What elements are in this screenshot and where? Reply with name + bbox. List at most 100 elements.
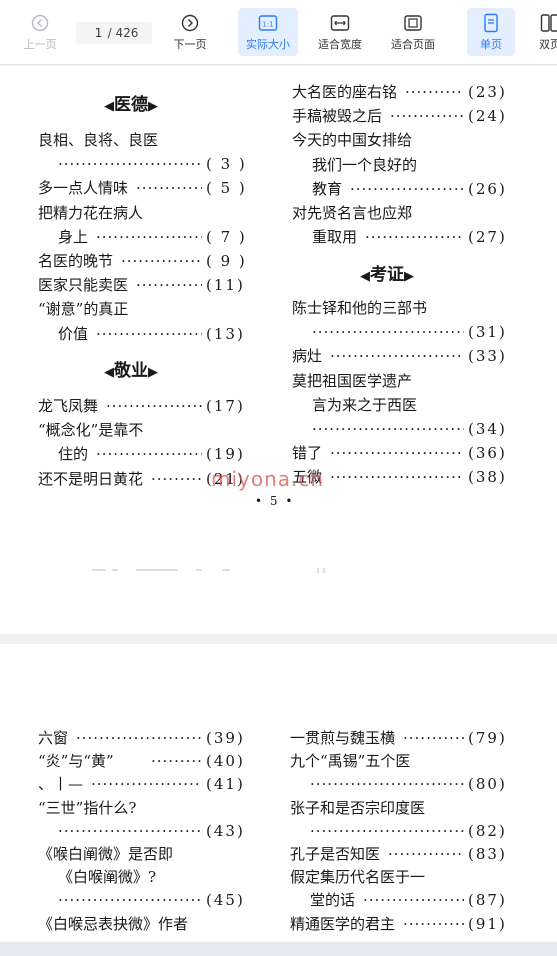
toc-entry-title: 价值 <box>58 324 89 343</box>
toc-right-column: 大名医的座右铭 ·································… <box>292 66 522 506</box>
dot-leader: ········································ <box>312 323 464 342</box>
watermark: miyona.cn <box>211 467 325 491</box>
toc-entry: 《喉白阐微》是否即 <box>38 842 260 866</box>
toc-entry-title: 手稿被毁之后 <box>292 107 383 126</box>
next-page-button[interactable]: 下一页 <box>164 8 216 56</box>
toc-entry-title: 重取用 <box>312 228 358 247</box>
toc-entry-page: (23) <box>468 83 507 101</box>
toc-entry-page: (83) <box>468 845 507 863</box>
toc-entry-title: 假定集历代名医于一 <box>290 868 426 887</box>
dot-leader: ········································ <box>365 228 464 247</box>
toc-entry-page: (26) <box>468 179 507 198</box>
toc-entry: “概念化”是靠不 <box>38 418 260 442</box>
toc-entry-page: (33) <box>468 347 507 366</box>
toc-entry: 重取用 ·····································… <box>292 225 522 249</box>
toc-entry-title: 陈士铎和他的三部书 <box>292 299 428 317</box>
dot-leader: ········································ <box>121 252 202 270</box>
actual-size-label: 实际大小 <box>246 38 290 51</box>
fit-page-button[interactable]: 适合页面 <box>383 8 443 56</box>
toc-entry: 莫把祖国医学遗产 <box>292 369 522 393</box>
fit-width-button[interactable]: 适合宽度 <box>310 8 370 56</box>
prev-page-button[interactable]: 上一页 <box>16 8 64 56</box>
toc-entry: 孔子是否知医 ··································… <box>290 842 522 866</box>
toc-entry-page: (87) <box>468 891 507 910</box>
toc-entry-page: (24) <box>468 107 507 126</box>
toc-entry-page: ( 9 ) <box>206 252 247 270</box>
page-number-input[interactable] <box>89 26 108 40</box>
toc-entry-page: ( 3 ) <box>206 155 247 174</box>
toc-entry-title: 言为来之于西医 <box>312 395 418 414</box>
toc-entry-title: 堂的话 <box>310 891 356 910</box>
toc-entry: 对先贤名言也应郑 <box>292 201 522 225</box>
toc-entry: 堂的话 ·····································… <box>290 888 522 912</box>
toc-entry-page: (79) <box>468 729 507 747</box>
fit-page-icon <box>403 12 423 34</box>
toc-entry: 六窗 ······································… <box>38 726 260 750</box>
toc-entry: ········································… <box>38 819 260 843</box>
double-page-button[interactable]: 双页 <box>530 8 557 56</box>
toc-left-column: ◀医德▶ 良相、良将、良医 ···························… <box>38 66 260 506</box>
fit-width-label: 适合宽度 <box>318 38 362 51</box>
toc-entry-page: (36) <box>468 444 507 463</box>
toc-entry: 把精力花在病人 <box>38 201 260 225</box>
single-page-icon <box>483 12 499 34</box>
dot-leader: ········································ <box>106 397 202 415</box>
toc-entry-page: (19) <box>206 445 245 464</box>
toc-entry: 身上 ······································… <box>38 225 260 249</box>
toc-entry-title: 住的 <box>58 445 89 464</box>
next-page-label: 下一页 <box>173 38 207 51</box>
toc-entry-title: “炎”与“黄” <box>38 752 114 771</box>
triangle-right-icon: ▶ <box>148 365 158 380</box>
toc-entry: “谢意”的真正 <box>38 297 260 321</box>
toc-entry: “炎”与“黄” ·································… <box>38 749 260 773</box>
dot-leader: ········································ <box>405 83 464 101</box>
toc-entry: ········································… <box>38 888 260 912</box>
actual-size-button[interactable]: 1:1 实际大小 <box>238 8 298 56</box>
toc-entry: 教育 ······································… <box>292 177 522 201</box>
chevron-right-circle-icon <box>181 12 199 34</box>
page-total: / 426 <box>107 26 139 40</box>
toc-entry-title: 孔子是否知医 <box>290 845 381 863</box>
toc-entry-page: (31) <box>468 323 507 342</box>
section-heading: ◀医德▶ <box>104 95 158 115</box>
toc-entry: ········································… <box>292 320 522 344</box>
actual-size-icon: 1:1 <box>258 12 278 34</box>
toc-entry-title: 莫把祖国医学遗产 <box>292 371 413 390</box>
toc-entry-title: 九个“禹锡”五个医 <box>290 752 411 771</box>
document-page: ◀医德▶ 良相、良将、良医 ···························… <box>0 66 557 634</box>
section-heading: ◀敬业▶ <box>104 361 158 381</box>
dot-leader: ········································ <box>58 155 202 174</box>
toc-entry: 病灶 ······································… <box>292 344 522 368</box>
toc-entry-title: 龙飞凤舞 <box>38 397 99 415</box>
dot-leader: ········································ <box>388 845 464 863</box>
toc-entry: 陈士铎和他的三部书 <box>292 296 522 320</box>
dot-leader: ········································ <box>363 891 464 910</box>
triangle-left-icon: ◀ <box>104 99 114 114</box>
dot-leader: ········································ <box>310 821 464 840</box>
toc-entry-title: “概念化”是靠不 <box>38 421 144 440</box>
dot-leader: ········································ <box>58 891 202 910</box>
toc-entry-title: 对先贤名言也应郑 <box>292 204 413 222</box>
toc-entry-title: 张子和是否宗印度医 <box>290 798 426 817</box>
toc-entry: 大名医的座右铭 ·································… <box>292 80 522 104</box>
triangle-left-icon: ◀ <box>360 269 370 284</box>
dot-leader: ········································ <box>330 468 464 487</box>
toc-entry-title: 《白喉阐微》? <box>58 868 157 887</box>
toc-entry-page: (41) <box>206 775 245 794</box>
toc-entry: “三世”指什么? <box>38 796 260 820</box>
toc-entry: 九个“禹锡”五个医 <box>290 749 522 773</box>
toc-entry-title: 名医的晚节 <box>38 252 114 270</box>
dot-leader: ········································ <box>76 729 202 747</box>
toc-left-column: 六窗 ······································… <box>38 644 260 942</box>
toc-entry-page: (17) <box>206 397 245 415</box>
dot-leader: ········································ <box>96 324 202 343</box>
toc-entry-title: 我们一个良好的 <box>312 155 418 174</box>
viewer-background <box>0 942 557 956</box>
toc-entry-title: 病灶 <box>292 347 323 366</box>
dot-leader: ········································ <box>151 752 202 771</box>
toc-entry-title: 医家只能卖医 <box>38 276 129 295</box>
dot-leader: ········································ <box>136 276 202 295</box>
single-page-button[interactable]: 单页 <box>467 8 515 56</box>
toc-entry: 价值 ······································… <box>38 322 260 346</box>
toc-entry: 错了 ······································… <box>292 441 522 465</box>
